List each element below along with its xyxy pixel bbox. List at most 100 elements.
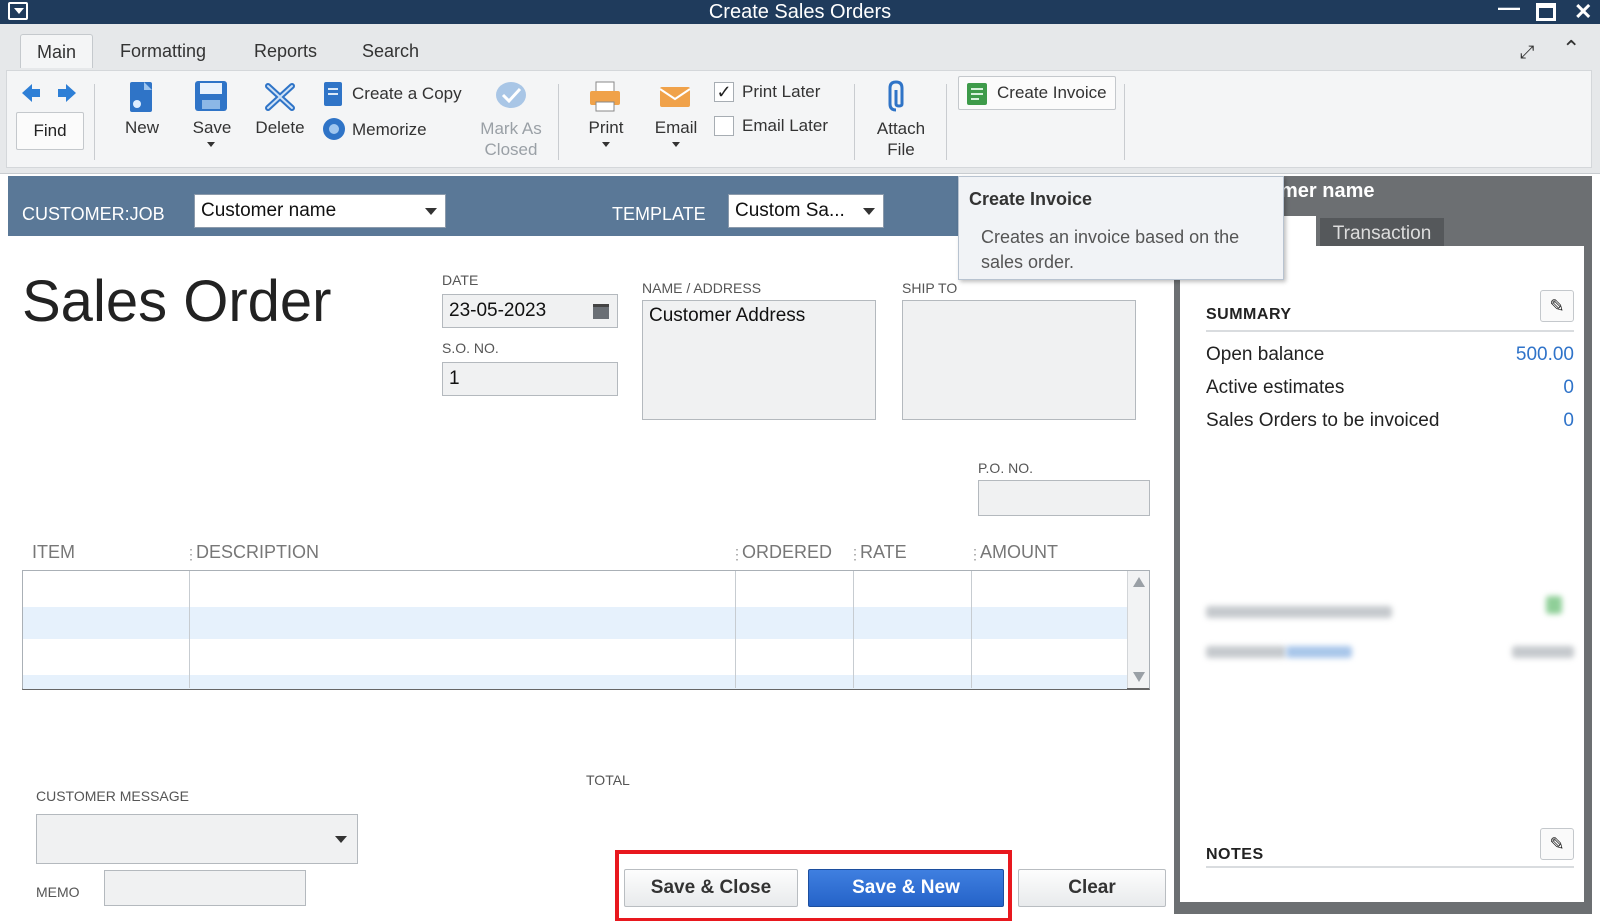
edit-notes-pencil-icon[interactable]: ✎ — [1540, 828, 1574, 860]
save-disk-icon[interactable] — [194, 80, 228, 117]
title-bar: Create Sales Orders — ✕ — [0, 0, 1600, 24]
collapse-ribbon-icon[interactable]: ⌃ — [1562, 36, 1580, 62]
find-button[interactable]: Find — [16, 112, 84, 150]
save-close-button[interactable]: Save & Close — [624, 869, 798, 907]
paperclip-icon[interactable] — [888, 80, 912, 119]
separator — [854, 84, 855, 160]
printer-icon[interactable] — [588, 80, 622, 117]
create-invoice-button[interactable]: Create Invoice — [958, 76, 1116, 110]
save-button[interactable]: Save — [182, 118, 242, 138]
customer-job-label: CUSTOMER:JOB — [22, 204, 165, 224]
email-later-label: Email Later — [742, 116, 828, 135]
ship-to-field[interactable] — [902, 300, 1136, 420]
separator — [946, 84, 947, 160]
memorize-icon[interactable] — [320, 116, 348, 147]
column-header-item[interactable]: ITEM — [32, 542, 75, 563]
memo-field[interactable] — [104, 870, 306, 906]
line-items-table[interactable] — [22, 570, 1150, 690]
sales-orders-invoiced-label: Sales Orders to be invoiced — [1206, 410, 1440, 431]
scroll-down-icon[interactable] — [1133, 672, 1145, 682]
table-scrollbar[interactable] — [1127, 571, 1149, 688]
separator — [94, 84, 95, 160]
page-title: Sales Order — [22, 269, 332, 334]
open-balance-label: Open balance — [1206, 344, 1325, 365]
sales-orders-invoiced-value[interactable]: 0 — [1460, 410, 1574, 432]
column-line — [971, 571, 972, 688]
open-balance-value[interactable]: 500.00 — [1460, 344, 1574, 366]
customer-message-label: CUSTOMER MESSAGE — [36, 788, 189, 804]
print-dropdown-icon[interactable] — [602, 142, 610, 147]
mark-closed-check-icon[interactable] — [494, 80, 528, 115]
delete-x-icon[interactable] — [264, 80, 296, 117]
chevron-down-icon — [425, 208, 437, 215]
so-no-label: S.O. NO. — [442, 340, 499, 356]
create-copy-button[interactable]: Create a Copy — [352, 84, 462, 104]
customer-message-dropdown[interactable] — [36, 814, 358, 864]
po-no-label: P.O. NO. — [978, 460, 1033, 476]
memo-label: MEMO — [36, 884, 80, 900]
template-value: Custom Sa... — [735, 200, 845, 221]
total-label: TOTAL — [586, 772, 630, 788]
column-header-ordered[interactable]: ORDERED — [742, 542, 832, 563]
name-address-label: NAME / ADDRESS — [642, 280, 762, 296]
column-header-description[interactable]: DESCRIPTION — [196, 542, 319, 563]
name-address-field[interactable]: Customer Address — [642, 300, 876, 420]
memorize-button[interactable]: Memorize — [352, 120, 427, 140]
save-new-button[interactable]: Save & New — [808, 869, 1004, 907]
print-later-checkbox[interactable]: ✓ — [714, 82, 734, 102]
edit-pencil-icon[interactable]: ✎ — [1540, 290, 1574, 322]
new-button[interactable]: New — [112, 118, 172, 138]
chevron-down-icon — [335, 836, 347, 843]
expand-icon[interactable]: ⤢ — [1520, 42, 1534, 63]
blurred-section-heading — [1206, 606, 1392, 618]
tab-search[interactable]: Search — [346, 34, 435, 68]
so-no-field[interactable]: 1 — [442, 362, 618, 396]
next-arrow-icon[interactable] — [56, 82, 78, 109]
maximize-icon[interactable] — [1536, 3, 1556, 21]
tooltip: Create Invoice Creates an invoice based … — [958, 176, 1284, 280]
blurred-date — [1206, 646, 1286, 658]
previous-arrow-icon[interactable] — [20, 82, 42, 109]
envelope-icon[interactable] — [658, 84, 692, 115]
tooltip-title: Create Invoice — [969, 189, 1093, 209]
customer-job-dropdown[interactable]: Customer name — [194, 194, 446, 228]
date-label: DATE — [442, 272, 479, 288]
name-address-value: Customer Address — [649, 305, 806, 326]
create-invoice-label: Create Invoice — [997, 83, 1107, 102]
po-no-field[interactable] — [978, 480, 1150, 516]
summary-heading: SUMMARY — [1206, 306, 1292, 323]
date-value: 23-05-2023 — [449, 300, 547, 321]
ship-to-label: SHIP TO — [902, 280, 958, 296]
template-label: TEMPLATE — [612, 204, 706, 224]
new-document-icon[interactable] — [128, 80, 156, 119]
mark-as-closed-button[interactable]: Mark As Closed — [466, 118, 556, 160]
attach-file-button[interactable]: Attach File — [866, 118, 936, 160]
blurred-link — [1286, 646, 1352, 658]
find-label: Find — [33, 121, 67, 140]
delete-button[interactable]: Delete — [250, 118, 310, 138]
scroll-up-icon[interactable] — [1133, 577, 1145, 587]
tab-reports[interactable]: Reports — [238, 34, 333, 68]
email-button[interactable]: Email — [646, 118, 706, 138]
divider — [1206, 866, 1574, 868]
column-header-rate[interactable]: RATE — [860, 542, 907, 563]
minimize-icon[interactable]: — — [1498, 0, 1520, 20]
close-icon[interactable]: ✕ — [1574, 0, 1592, 24]
template-dropdown[interactable]: Custom Sa... — [728, 194, 884, 228]
email-later-checkbox[interactable] — [714, 116, 734, 136]
copy-document-icon[interactable] — [322, 80, 346, 113]
email-dropdown-icon[interactable] — [672, 142, 680, 147]
column-line — [735, 571, 736, 688]
calendar-icon[interactable] — [593, 304, 609, 319]
separator — [558, 84, 559, 160]
print-later-label: Print Later — [742, 82, 821, 101]
print-button[interactable]: Print — [576, 118, 636, 138]
divider — [1206, 330, 1574, 332]
save-dropdown-icon[interactable] — [207, 142, 215, 147]
active-estimates-value[interactable]: 0 — [1460, 377, 1574, 399]
column-header-amount[interactable]: AMOUNT — [980, 542, 1058, 563]
clear-button[interactable]: Clear — [1018, 869, 1166, 907]
tab-main[interactable]: Main — [20, 34, 94, 68]
date-field[interactable]: 23-05-2023 — [442, 294, 618, 328]
tab-formatting[interactable]: Formatting — [104, 34, 222, 68]
